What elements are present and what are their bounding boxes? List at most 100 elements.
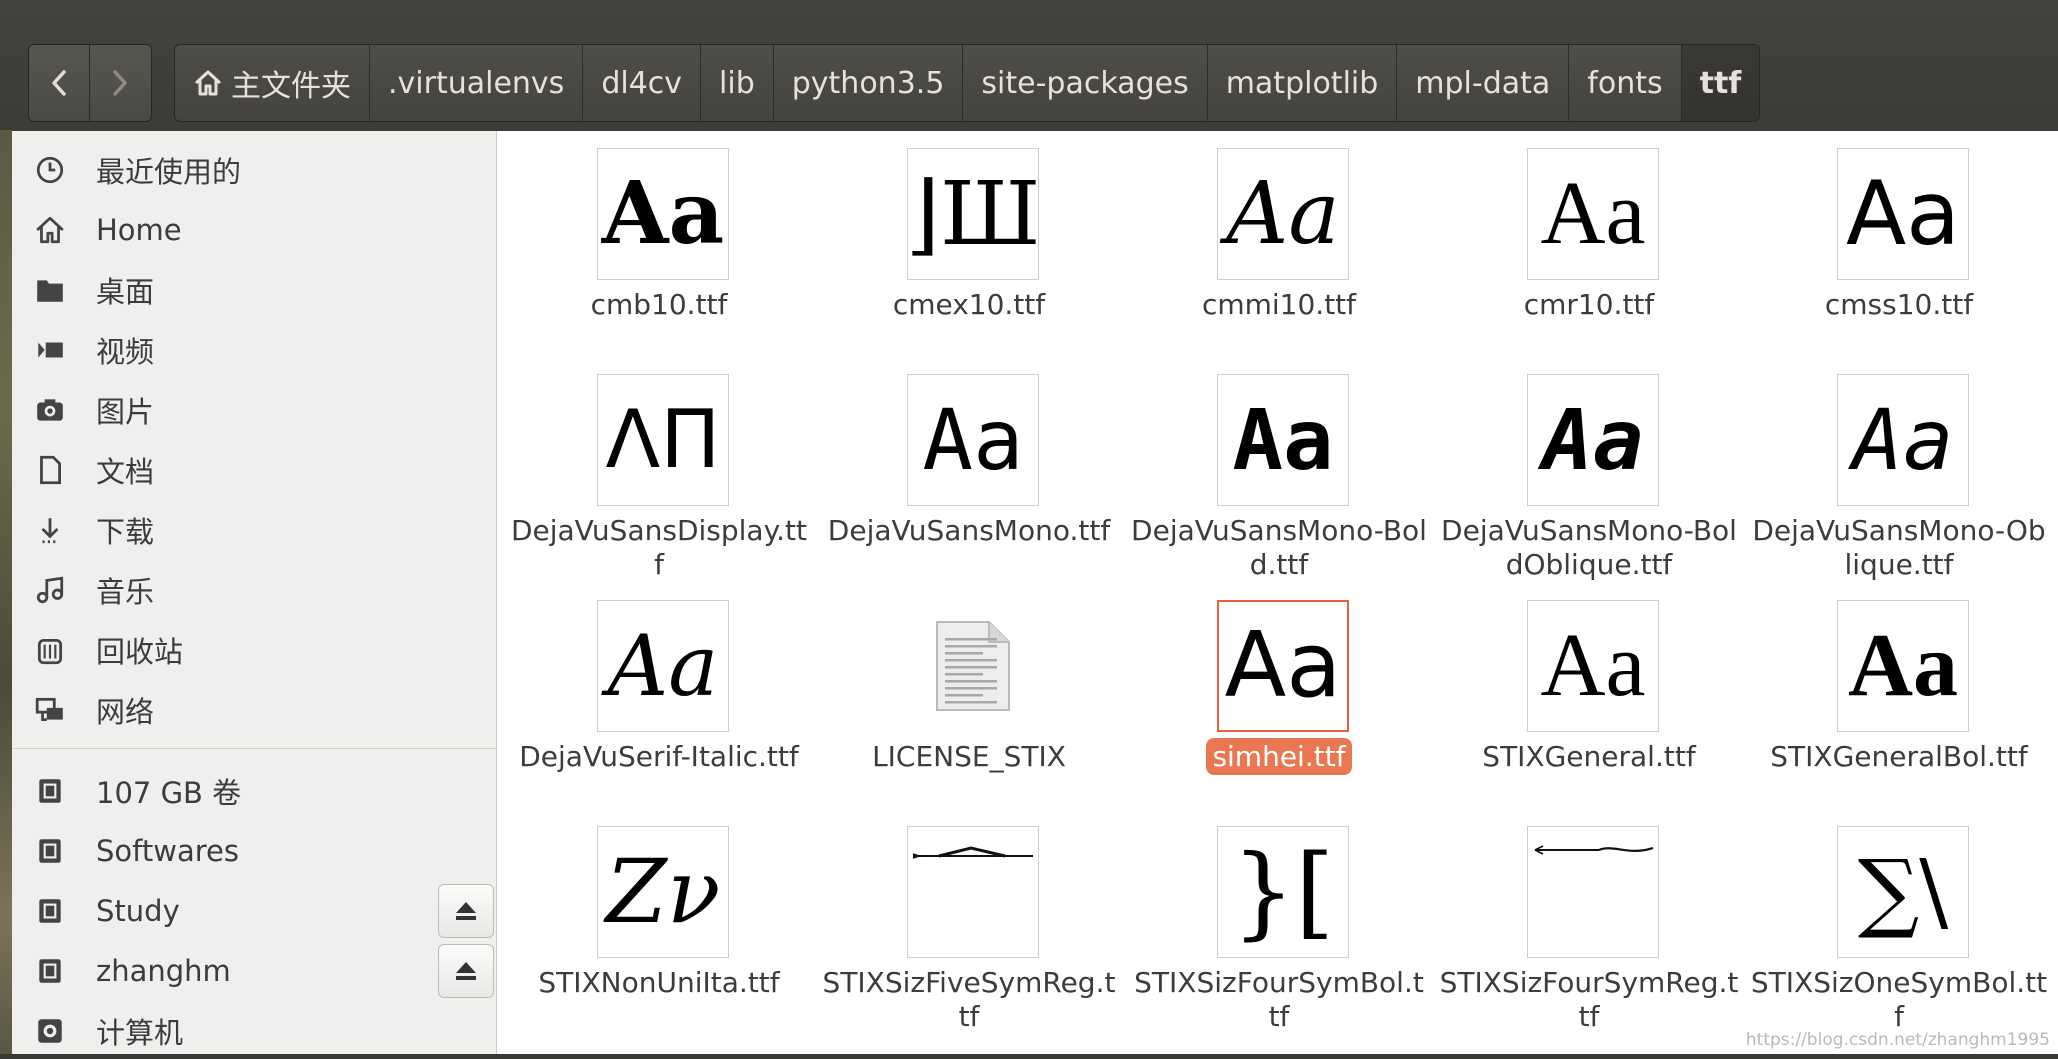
- font-preview-thumbnail: Aa: [1527, 374, 1659, 506]
- sidebar-item-label: Study: [96, 894, 180, 928]
- sidebar-item-label: zhanghm: [96, 954, 231, 988]
- font-preview-thumbnail: Aa: [1837, 148, 1969, 280]
- breadcrumb-label: fonts: [1587, 65, 1663, 101]
- file-item[interactable]: LICENSE_STIX: [819, 600, 1119, 810]
- sidebar-item-device-4[interactable]: 计算机: [12, 1003, 496, 1059]
- breadcrumb-item-3[interactable]: lib: [701, 45, 774, 121]
- sidebar-item-place-7[interactable]: 音乐: [12, 562, 496, 618]
- file-item[interactable]: Aa cmb10.ttf: [509, 148, 809, 358]
- clock-icon: [28, 148, 72, 192]
- file-item[interactable]: Aa STIXGeneral.ttf: [1439, 600, 1739, 810]
- file-item[interactable]: Aa DejaVuSansMono-Bold.ttf: [1129, 374, 1429, 584]
- sidebar-item-label: 网络: [96, 695, 155, 729]
- breadcrumb-item-8[interactable]: fonts: [1569, 45, 1682, 121]
- sidebar-item-label: 文档: [96, 455, 155, 489]
- sidebar-item-device-2[interactable]: Study: [12, 883, 496, 939]
- eject-button[interactable]: [438, 884, 494, 938]
- file-item[interactable]: ⌋Ш cmex10.ttf: [819, 148, 1119, 358]
- file-name: DejaVuSansMono-Oblique.ttf: [1752, 514, 2046, 581]
- font-preview-thumbnail: Aa: [1527, 148, 1659, 280]
- file-name: STIXSizOneSymBol.ttf: [1750, 966, 2048, 1033]
- sidebar-item-place-9[interactable]: 网络: [12, 682, 496, 738]
- file-name: STIXSizFourSymReg.ttf: [1439, 966, 1739, 1033]
- font-preview-thumbnail: ΛΠ: [597, 374, 729, 506]
- file-name: cmmi10.ttf: [1201, 288, 1357, 321]
- font-preview-thumbnail: [1527, 826, 1659, 958]
- sidebar: 最近使用的 Home 桌面 视频图片文档下载 音乐回收站网络 107 GB 卷 Softwa…: [12, 131, 497, 1054]
- breadcrumb-item-1[interactable]: .virtualenvs: [370, 45, 584, 121]
- file-item[interactable]: Aa cmss10.ttf: [1749, 148, 2049, 358]
- sidebar-item-place-2[interactable]: 桌面: [12, 262, 496, 318]
- sidebar-item-label: Softwares: [96, 834, 239, 868]
- breadcrumb-item-6[interactable]: matplotlib: [1208, 45, 1398, 121]
- file-name: DejaVuSansMono.ttf: [827, 514, 1111, 547]
- breadcrumb-item-0[interactable]: 主文件夹: [175, 45, 370, 121]
- file-item[interactable]: ΛΠ DejaVuSansDisplay.ttf: [509, 374, 809, 584]
- font-preview-glyphs: Aa: [922, 391, 1024, 489]
- file-name: simhei.ttf: [1129, 738, 1429, 775]
- breadcrumb-item-9[interactable]: ttf: [1681, 45, 1760, 121]
- file-manager-window: 主文件夹 .virtualenvs dl4cv lib python3.5 site-pa…: [0, 0, 2058, 1054]
- sidebar-item-place-4[interactable]: 图片: [12, 382, 496, 438]
- font-preview-glyphs: Aa: [1226, 164, 1340, 264]
- video-icon: [28, 328, 72, 372]
- breadcrumb-item-7[interactable]: mpl-data: [1397, 45, 1570, 121]
- font-preview-glyphs: }[: [1231, 833, 1335, 950]
- file-item[interactable]: Aa STIXGeneralBol.ttf: [1749, 600, 2049, 810]
- file-item[interactable]: STIXSizFourSymReg.ttf: [1439, 826, 1739, 1036]
- header-bar: 主文件夹 .virtualenvs dl4cv lib python3.5 site-pa…: [0, 0, 2058, 132]
- sidebar-item-label: Home: [96, 213, 182, 247]
- breadcrumb-label: matplotlib: [1225, 65, 1379, 101]
- file-item[interactable]: Aa DejaVuSansMono-Oblique.ttf: [1749, 374, 2049, 584]
- sidebar-item-device-1[interactable]: Softwares: [12, 823, 496, 879]
- file-item[interactable]: Zν STIXNonUniIta.ttf: [509, 826, 809, 1036]
- sidebar-item-label: 107 GB 卷: [96, 776, 242, 810]
- sidebar-item-place-3[interactable]: 视频: [12, 322, 496, 378]
- eject-icon: [456, 902, 476, 920]
- file-item[interactable]: Aa DejaVuSerif-Italic.ttf: [509, 600, 809, 810]
- sidebar-item-place-8[interactable]: 回收站: [12, 622, 496, 678]
- font-preview-thumbnail: Aa: [597, 148, 729, 280]
- file-name: cmb10.ttf: [590, 288, 728, 321]
- file-item[interactable]: }[ STIXSizFourSymBol.ttf: [1129, 826, 1429, 1036]
- breadcrumb-item-2[interactable]: dl4cv: [583, 45, 702, 121]
- breadcrumb-label: ttf: [1699, 65, 1742, 101]
- font-preview-thumbnail: Aa: [1217, 374, 1349, 506]
- breadcrumb-item-5[interactable]: site-packages: [963, 45, 1208, 121]
- file-name: DejaVuSansMono-Bold.ttf: [1131, 514, 1427, 581]
- font-preview-glyphs: Aa: [1540, 616, 1646, 715]
- file-item[interactable]: Aa cmr10.ttf: [1439, 148, 1739, 358]
- eject-button[interactable]: [438, 944, 494, 998]
- sidebar-item-device-0[interactable]: 107 GB 卷: [12, 763, 496, 819]
- drive-icon: [28, 889, 72, 933]
- file-item[interactable]: Aa DejaVuSansMono-BoldOblique.ttf: [1439, 374, 1739, 584]
- font-preview-glyphs: Aa: [1852, 391, 1954, 489]
- sidebar-item-place-1[interactable]: Home: [12, 202, 496, 258]
- file-item[interactable]: Aa simhei.ttf: [1129, 600, 1429, 810]
- sidebar-item-place-6[interactable]: 下载: [12, 502, 496, 558]
- folder-icon: [28, 268, 72, 312]
- sidebar-item-label: 回收站: [96, 635, 184, 669]
- forward-button[interactable]: [89, 45, 150, 121]
- sidebar-item-label: 图片: [96, 395, 155, 429]
- network-icon: [28, 688, 72, 732]
- file-item[interactable]: Aa cmmi10.ttf: [1129, 148, 1429, 358]
- document-icon: [28, 448, 72, 492]
- breadcrumb-label: dl4cv: [601, 65, 683, 101]
- breadcrumb-item-4[interactable]: python3.5: [774, 45, 964, 121]
- sidebar-item-place-5[interactable]: 文档: [12, 442, 496, 498]
- file-name: STIXSizFiveSymReg.ttf: [822, 966, 1116, 1033]
- file-name: STIXSizFourSymBol.ttf: [1134, 966, 1424, 1033]
- drive-icon: [28, 769, 72, 813]
- file-name: STIXGeneral.ttf: [1482, 740, 1696, 773]
- file-item[interactable]: STIXSizFiveSymReg.ttf: [819, 826, 1119, 1036]
- sidebar-item-place-0[interactable]: 最近使用的: [12, 142, 496, 198]
- breadcrumb: 主文件夹 .virtualenvs dl4cv lib python3.5 site-pa…: [174, 44, 1761, 122]
- file-name: LICENSE_STIX: [872, 740, 1066, 773]
- file-item[interactable]: ∑\ STIXSizOneSymBol.ttf: [1749, 826, 2049, 1036]
- breadcrumb-label: python3.5: [791, 65, 945, 101]
- font-preview-thumbnail: Zν: [597, 826, 729, 958]
- file-item[interactable]: Aa DejaVuSansMono.ttf: [819, 374, 1119, 584]
- back-button[interactable]: [29, 45, 89, 121]
- sidebar-item-device-3[interactable]: zhanghm: [12, 943, 496, 999]
